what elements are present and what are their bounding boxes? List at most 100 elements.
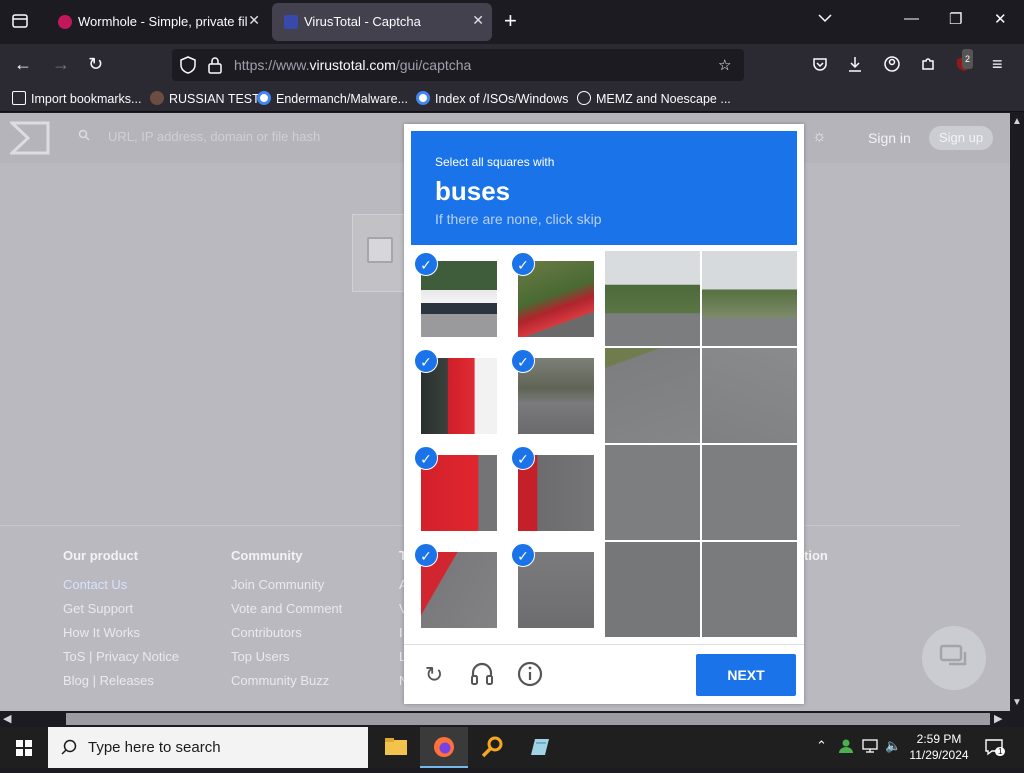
bookmark-index-isos[interactable]: Index of /ISOs/Windows [416, 91, 568, 106]
import-icon [12, 91, 26, 105]
chat-support-icon[interactable] [922, 626, 986, 690]
downloads-icon[interactable] [847, 56, 863, 76]
scroll-right-icon[interactable]: ▶ [994, 712, 1002, 725]
captcha-tile[interactable] [702, 251, 797, 346]
search-icon [60, 738, 78, 761]
footer-heading: tion [804, 548, 828, 563]
recaptcha-checkbox[interactable] [367, 237, 393, 263]
extensions-icon[interactable] [920, 56, 936, 76]
captcha-tile[interactable] [702, 445, 797, 540]
vertical-scrollbar[interactable]: ▲ ▼ [1010, 113, 1024, 711]
url-bar[interactable]: https://www.virustotal.com/gui/captcha ☆ [172, 49, 744, 81]
taskbar-search-input[interactable]: Type here to search [48, 727, 368, 768]
minimize-icon[interactable]: — [904, 10, 919, 27]
tab-wormhole[interactable]: Wormhole - Simple, private file ✕ [46, 3, 268, 41]
search-magnifier-app-icon[interactable] [468, 727, 516, 768]
footer-col-partial-right: tion [804, 548, 828, 577]
firefox-icon[interactable] [420, 727, 468, 768]
file-explorer-icon[interactable] [372, 727, 420, 768]
selected-check-icon: ✓ [511, 543, 535, 567]
tab-list-icon[interactable] [10, 12, 30, 32]
captcha-tile[interactable] [605, 542, 700, 637]
taskbar-clock[interactable]: 2:59 PM 11/29/2024 [906, 731, 972, 763]
captcha-target-word: buses [435, 176, 511, 206]
footer-col-our-product: Our product Contact Us Get Support How I… [63, 548, 179, 697]
google-icon [257, 91, 271, 105]
next-button[interactable]: NEXT [696, 654, 796, 696]
forward-icon[interactable]: → [52, 54, 70, 74]
show-hidden-icons-chevron-icon[interactable]: ⌃ [816, 738, 827, 754]
scroll-up-icon[interactable]: ▲ [1012, 116, 1022, 127]
footer-link-contact-us[interactable]: Contact Us [63, 577, 179, 592]
bookmark-memz[interactable]: MEMZ and Noescape ... [577, 91, 731, 106]
close-window-icon[interactable]: ✕ [994, 10, 1007, 28]
captcha-tile[interactable] [605, 251, 700, 346]
bookmark-favicon-icon [150, 91, 164, 105]
recaptcha-widget [352, 214, 412, 292]
bookmark-endermanch[interactable]: Endermanch/Malware... [257, 91, 408, 106]
account-icon[interactable] [884, 56, 900, 76]
footer-link-top-users[interactable]: Top Users [231, 649, 342, 664]
footer-link-contributors[interactable]: Contributors [231, 625, 342, 640]
selected-check-icon: ✓ [511, 252, 535, 276]
browser-tab-bar: Wormhole - Simple, private file ✕ VirusT… [0, 0, 1024, 44]
selected-check-icon: ✓ [511, 349, 535, 373]
search-placeholder: URL, IP address, domain or file hash [108, 129, 321, 144]
footer-link-tos-privacy[interactable]: ToS | Privacy Notice [63, 649, 179, 664]
virustotal-logo-icon[interactable] [8, 121, 50, 155]
menu-hamburger-icon[interactable]: ≡ [992, 54, 1003, 74]
captcha-header: Select all squares with buses If there a… [411, 131, 797, 245]
ublock-shield-icon[interactable]: 2 [956, 49, 974, 76]
search-input[interactable]: URL, IP address, domain or file hash [66, 126, 406, 150]
captcha-tile[interactable] [702, 542, 797, 637]
footer-link-blog-releases[interactable]: Blog | Releases [63, 673, 179, 688]
lock-icon[interactable] [208, 56, 222, 78]
globe-icon [577, 91, 591, 105]
list-all-tabs-chevron-icon[interactable] [818, 10, 832, 27]
restore-icon[interactable]: ❐ [949, 10, 962, 28]
sign-up-button[interactable]: Sign up [929, 126, 993, 150]
notepad-app-icon[interactable] [516, 727, 564, 768]
info-icon[interactable] [516, 661, 544, 689]
bookmark-russian-test[interactable]: RUSSIAN TEST [150, 91, 260, 106]
scroll-down-icon[interactable]: ▼ [1012, 697, 1022, 708]
audio-icon[interactable] [468, 661, 496, 689]
bookmark-import[interactable]: Import bookmarks... [12, 91, 141, 106]
footer-link-how-it-works[interactable]: How It Works [63, 625, 179, 640]
captcha-tile[interactable] [702, 348, 797, 443]
theme-toggle-sun-icon[interactable]: ☼ [812, 128, 827, 146]
network-icon[interactable] [862, 738, 878, 757]
footer-link-vote-comment[interactable]: Vote and Comment [231, 601, 342, 616]
close-tab-icon[interactable]: ✕ [248, 12, 260, 29]
footer-link-get-support[interactable]: Get Support [63, 601, 179, 616]
new-tab-icon[interactable]: + [504, 10, 517, 32]
notifications-icon[interactable]: 1 [984, 738, 1006, 759]
captcha-tile[interactable] [605, 348, 700, 443]
footer-heading: Community [231, 548, 303, 563]
tab-title: Wormhole - Simple, private file [78, 14, 248, 29]
footer-col-community: Community Join Community Vote and Commen… [231, 548, 342, 697]
bookmark-star-icon[interactable]: ☆ [718, 56, 731, 74]
back-icon[interactable]: ← [14, 54, 32, 74]
horizontal-scrollbar[interactable]: ◀ ▶ [0, 711, 1010, 727]
shield-icon[interactable] [180, 56, 196, 78]
pocket-icon[interactable] [812, 56, 828, 76]
reload-icon[interactable]: ↻ [420, 661, 448, 689]
extension-badge: 2 [962, 49, 974, 69]
captcha-challenge-dialog: Select all squares with buses If there a… [404, 124, 804, 704]
tab-virustotal[interactable]: VirusTotal - Captcha ✕ [272, 3, 492, 41]
horizontal-scroll-thumb[interactable] [66, 713, 990, 725]
close-tab-icon[interactable]: ✕ [472, 12, 484, 29]
selected-check-icon: ✓ [414, 252, 438, 276]
windows-start-icon[interactable] [0, 727, 48, 768]
footer-link-community-buzz[interactable]: Community Buzz [231, 673, 342, 688]
volume-icon[interactable]: 🔈 [885, 738, 901, 754]
footer-link-join-community[interactable]: Join Community [231, 577, 342, 592]
sign-in-link[interactable]: Sign in [868, 130, 911, 146]
footer-heading: Our product [63, 548, 139, 563]
reload-page-icon[interactable]: ↻ [88, 54, 103, 74]
clock-date: 11/29/2024 [909, 748, 969, 762]
scroll-left-icon[interactable]: ◀ [3, 712, 11, 725]
user-people-icon[interactable] [838, 738, 854, 757]
captcha-tile[interactable] [605, 445, 700, 540]
